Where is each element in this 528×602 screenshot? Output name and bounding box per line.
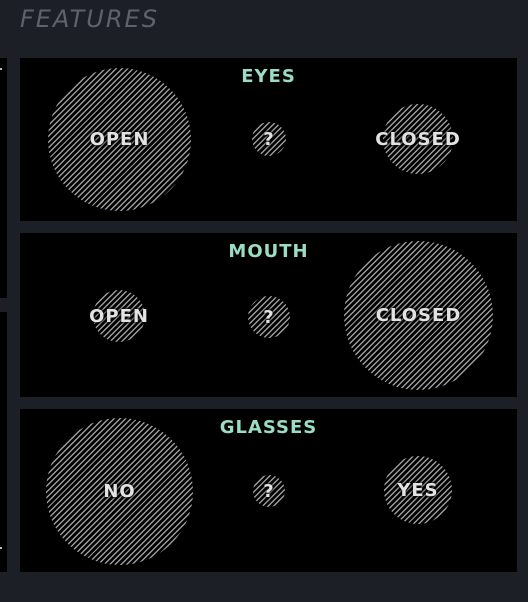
glasses-yes-bubble[interactable]: YES (384, 456, 452, 524)
glasses-no-bubble[interactable]: NO (46, 418, 193, 565)
bubble-label: ? (263, 480, 275, 502)
mouth-unknown-bubble[interactable]: ? (248, 296, 290, 338)
eyes-panel: EYES OPEN ? CLOSED (20, 58, 517, 221)
bubble-label: OPEN (89, 129, 150, 150)
glasses-unknown-bubble[interactable]: ? (253, 475, 285, 507)
eyes-unknown-bubble[interactable]: ? (252, 122, 286, 156)
bubble-label: YES (397, 479, 439, 501)
bubble-label: NO (103, 481, 136, 502)
mouth-panel: MOUTH OPEN ? CLOSED (20, 233, 517, 397)
mouth-closed-bubble[interactable]: CLOSED (344, 241, 493, 390)
features-header: FEATURES (20, 5, 159, 33)
left-panel-upper (0, 58, 7, 298)
eyes-open-bubble[interactable]: OPEN (48, 68, 191, 211)
bubble-label: CLOSED (375, 305, 462, 326)
bubble-label: ? (263, 306, 275, 328)
eyes-closed-bubble[interactable]: CLOSED (375, 104, 460, 174)
bubble-label: CLOSED (375, 128, 461, 150)
glasses-panel: GLASSES NO ? YES (20, 409, 517, 572)
mouth-open-bubble[interactable]: OPEN (89, 290, 148, 342)
left-tick (0, 68, 2, 70)
bubble-label: OPEN (89, 305, 149, 327)
left-panel-lower (0, 312, 7, 572)
left-tick (0, 547, 2, 549)
bubble-label: ? (263, 128, 275, 150)
